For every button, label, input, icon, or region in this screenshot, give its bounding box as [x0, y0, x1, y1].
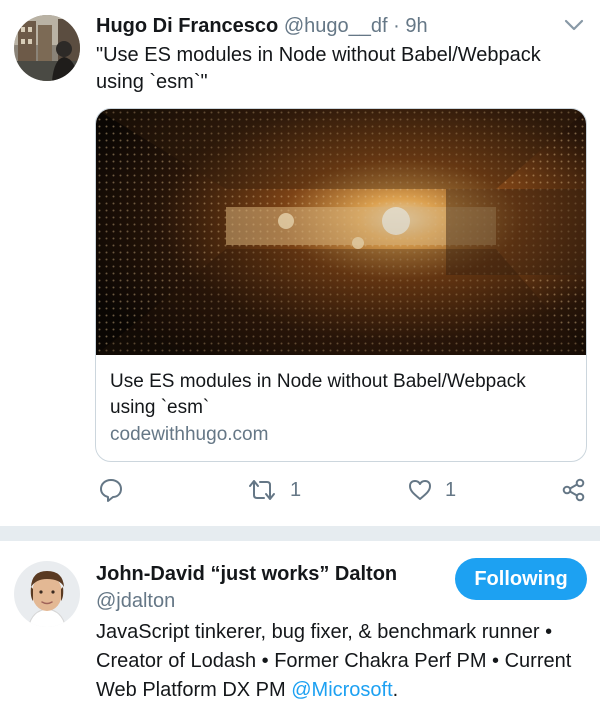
header-separator: · — [393, 15, 400, 37]
profile-avatar[interactable] — [14, 561, 80, 627]
tweet-time[interactable]: 9h — [405, 15, 427, 37]
like-count: 1 — [445, 478, 457, 501]
author-avatar[interactable] — [14, 15, 80, 81]
tweet-text: "Use ES modules in Node without Babel/We… — [96, 44, 541, 93]
retweet-icon — [246, 477, 278, 503]
profile-card[interactable]: John-David “just works” Dalton @jdalton … — [0, 541, 600, 710]
tweet[interactable]: Hugo Di Francesco @hugo__df · 9h "Use ES… — [0, 0, 600, 526]
share-button[interactable] — [561, 476, 587, 504]
following-button[interactable]: Following — [455, 558, 587, 600]
reply-icon — [98, 477, 124, 503]
card-title[interactable]: Use ES modules in Node without Babel/Web… — [110, 369, 570, 421]
chevron-down-icon[interactable] — [563, 16, 585, 34]
profile-name[interactable]: John-David “just works” Dalton — [96, 561, 397, 587]
like-button[interactable]: 1 — [407, 476, 456, 504]
bio-end: . — [392, 679, 399, 701]
author-name[interactable]: Hugo Di Francesco — [96, 15, 278, 37]
profile-bio: JavaScript tinkerer, bug fixer, & benchm… — [96, 618, 590, 705]
card-domain[interactable]: codewithhugo.com — [110, 423, 268, 447]
heart-icon — [407, 477, 433, 503]
author-handle[interactable]: @hugo__df — [284, 15, 388, 37]
section-divider — [0, 526, 600, 541]
retweet-button[interactable]: 1 — [246, 476, 301, 504]
bio-mention-link[interactable]: @Microsoft — [291, 679, 392, 701]
tweet-header: Hugo Di Francesco @hugo__df · 9h — [96, 14, 428, 38]
card-image — [96, 109, 586, 355]
link-card[interactable]: Use ES modules in Node without Babel/Web… — [95, 108, 587, 462]
profile-handle[interactable]: @jdalton — [96, 588, 175, 614]
reply-button[interactable] — [98, 476, 124, 504]
share-icon — [561, 477, 587, 503]
retweet-count: 1 — [290, 478, 302, 501]
